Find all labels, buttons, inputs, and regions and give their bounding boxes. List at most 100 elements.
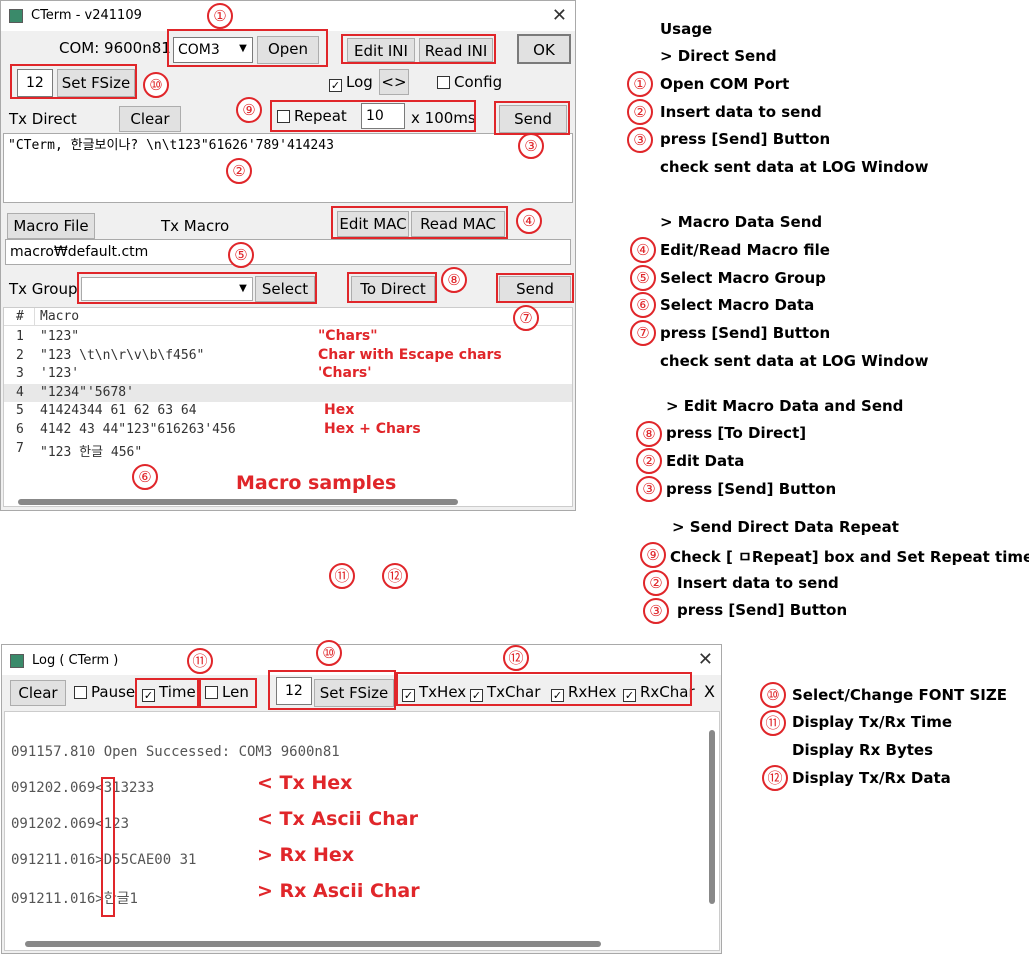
usage-check-log: check sent data at LOG Window [660,158,929,176]
log-checkbox[interactable]: ✓ Log [329,73,373,92]
log-clear-button[interactable]: Clear [10,680,66,706]
badge-7: ⑦ [513,305,539,331]
highlight-font-size [10,64,137,99]
macro-list-header: # Macro [4,308,572,326]
tx-direct-textarea[interactable]: "CTerm, 한글보이나? \n\t123"61626'789'414243 [3,133,573,203]
usage-check-repeat: Check [ ㅁRepeat] box and Set Repeat time [670,548,1029,566]
tx-direct-text: "CTerm, 한글보이나? \n\t123"61626'789'414243 [8,138,334,153]
table-row[interactable]: 1 "123" "Chars" [4,328,572,347]
log-annotation: > Rx Ascii Char [257,880,420,902]
ok-button[interactable]: OK [517,34,571,64]
log-annotation: < Tx Hex [257,772,353,794]
usage-check-log-2: check sent data at LOG Window [660,352,929,370]
usage-open-com: Open COM Port [660,75,790,93]
close-icon[interactable]: ✕ [698,649,713,670]
table-row[interactable]: 4 "1234"'5678' [4,383,572,403]
log-annotation: > Rx Hex [257,844,355,866]
macro-annotation: 'Chars' [318,365,372,382]
usage-badge-4: ④ [630,237,656,263]
highlight-len [199,678,257,708]
app-icon [9,9,23,23]
highlight-to-direct [347,272,437,303]
highlight-data-checkboxes [396,672,692,706]
usage-badge-2b: ② [636,448,662,474]
macro-annotation: "Chars" [318,328,378,344]
macro-list[interactable]: # Macro 1 "123" "Chars" 2 "123 \t\n\r\v\b\f4… [3,307,573,507]
usage-data: Display Tx/Rx Data [792,769,951,787]
checkbox-icon [437,76,450,89]
highlight-direction-markers [101,777,115,917]
highlight-tx-group [77,272,317,304]
usage-select-group: Select Macro Group [660,269,826,287]
badge-4: ④ [516,208,542,234]
log-x-button[interactable]: X [704,682,715,701]
clear-button[interactable]: Clear [119,106,181,132]
highlight-time [135,678,199,708]
usage-badge-3c: ③ [643,598,669,624]
usage-badge-2: ② [627,99,653,125]
highlight-log-font-size [268,670,396,710]
usage-time: Display Tx/Rx Time [792,713,953,731]
table-row[interactable]: 2 "123 \t\n\r\v\b\f456" Char with Escape c… [4,347,572,366]
badge-8: ⑧ [441,267,467,293]
usage-press-to-direct: press [To Direct] [666,424,807,442]
badge-9: ⑨ [236,97,262,123]
macro-value: 4142 43 44"123"616263'456 [40,422,236,437]
toggle-button[interactable]: <> [379,69,409,95]
horizontal-scrollbar[interactable] [25,941,601,947]
usage-badge-10: ⑩ [760,682,786,708]
usage-bytes: Display Rx Bytes [792,741,933,759]
usage-insert: Insert data to send [660,103,822,121]
badge-3: ③ [518,133,544,159]
column-header-macro: Macro [40,309,80,324]
log-line: 091157.810 Open Successed: COM3 9600n81 [11,744,340,760]
usage-press-send-4: press [Send] Button [677,601,848,619]
usage-badge-9: ⑨ [640,542,666,568]
usage-repeat-title: > Send Direct Data Repeat [672,518,899,536]
log-label: Log [346,73,373,91]
row-number: 7 [16,440,24,456]
row-number: 1 [16,329,24,344]
macro-value: "123 한글 456" [40,444,143,460]
badge-12-log: ⑫ [503,645,529,671]
table-row[interactable]: 6 4142 43 44"123"616263'456 Hex + Chars [4,421,572,440]
pause-checkbox[interactable]: Pause [74,683,135,701]
highlight-com-port [167,29,328,67]
macro-value: "123 \t\n\r\v\b\f456" [40,347,205,363]
macro-annotation: Hex [324,402,355,419]
table-row[interactable]: 7 "123 한글 456" [4,440,572,460]
log-line: 091211.016>한글1 [11,891,138,907]
macro-value: '123' [40,366,80,382]
row-number: 5 [16,403,24,419]
table-row[interactable]: 5 41424344 61 62 63 64 Hex [4,402,572,421]
usage-edit-macro: Edit/Read Macro file [660,241,830,259]
vertical-scrollbar[interactable] [709,730,715,904]
tx-direct-label: Tx Direct [9,110,77,128]
macro-file-path[interactable]: macro₩default.ctm [5,239,571,265]
usage-badge-12: ⑫ [762,765,788,791]
usage-font: Select/Change FONT SIZE [792,686,1007,704]
checkbox-icon [74,686,87,699]
close-icon[interactable]: ✕ [552,5,567,26]
app-icon [10,654,24,668]
usage-badge-11: ⑪ [760,710,786,736]
highlight-macro-buttons [331,206,508,239]
macro-samples-label: Macro samples [236,472,397,494]
config-checkbox[interactable]: Config [437,73,502,91]
highlight-ini-buttons [341,34,496,64]
pause-label: Pause [91,683,136,701]
badge-2: ② [226,158,252,184]
usage-press-send: press [Send] Button [660,130,831,148]
macro-file-button[interactable]: Macro File [7,213,95,239]
macro-value: "1234"'5678' [40,384,134,400]
usage-press-send-3: press [Send] Button [666,480,837,498]
highlight-repeat [270,100,476,132]
macro-value: 41424344 61 62 63 64 [40,403,197,419]
table-row[interactable]: 3 '123' 'Chars' [4,365,572,384]
horizontal-scrollbar[interactable] [18,499,458,505]
tx-group-label: Tx Group [9,280,78,298]
title-bar: CTerm - v241109 ✕ [1,1,575,31]
log-window-title: Log ( CTerm ) [32,653,119,668]
badge-1: ① [207,3,233,29]
row-number: 6 [16,422,24,437]
